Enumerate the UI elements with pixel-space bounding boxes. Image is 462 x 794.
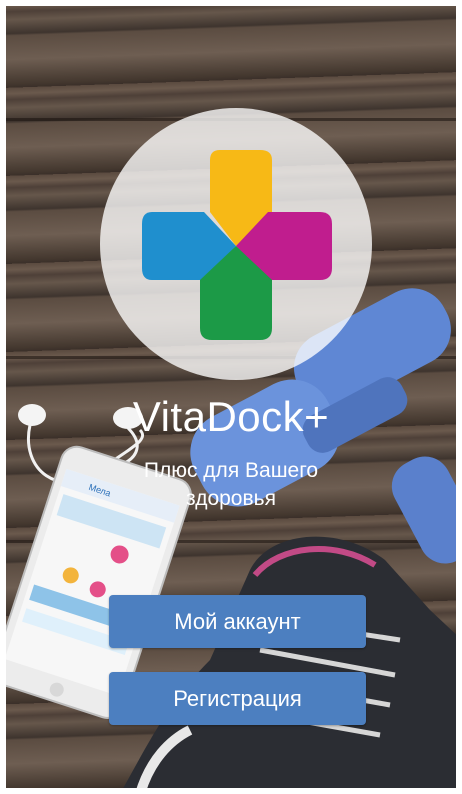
my-account-button[interactable]: Мой аккаунт <box>109 595 366 648</box>
app-tagline: Плюс для Вашего здоровья <box>143 459 319 510</box>
register-button[interactable]: Регистрация <box>109 672 366 725</box>
welcome-screen: Мела VitaDock+ Плюс для Вашего здоровья … <box>0 0 462 794</box>
app-title: VitaDock+ <box>132 393 330 440</box>
plus-cross-logo-icon <box>142 150 332 340</box>
sneaker-icon <box>120 536 462 794</box>
logo-badge <box>100 108 372 380</box>
